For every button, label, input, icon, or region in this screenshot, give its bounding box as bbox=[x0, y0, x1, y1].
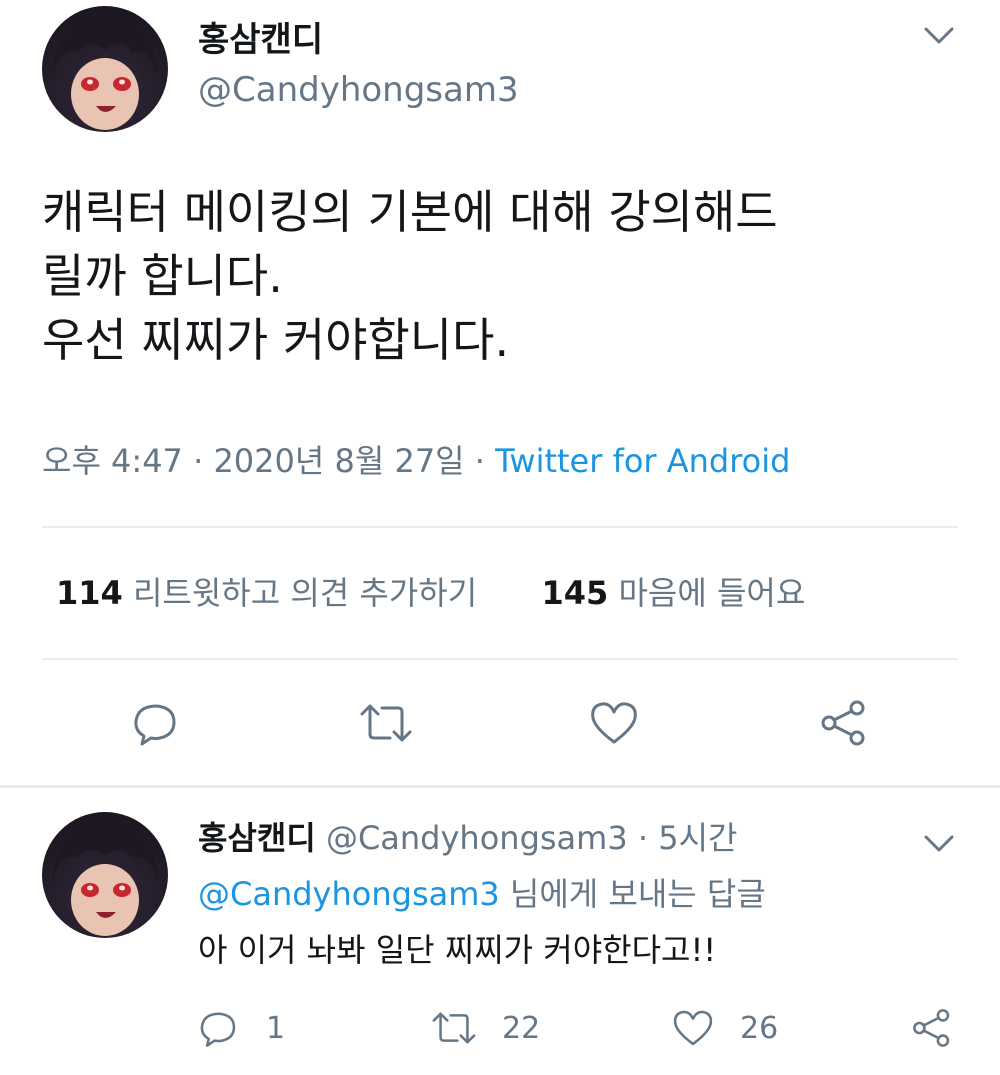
like-button[interactable] bbox=[586, 696, 642, 750]
like-count: 145 bbox=[541, 574, 609, 612]
display-name[interactable]: 홍삼캔디 bbox=[198, 20, 323, 60]
separator: · bbox=[474, 442, 485, 480]
tweet-text-line: 릴까 합니다. bbox=[42, 249, 283, 303]
like-count: 26 bbox=[740, 1010, 779, 1046]
share-icon bbox=[913, 1009, 950, 1047]
replying-to: @Candyhongsam3 님에게 보내는 답글 bbox=[198, 874, 766, 914]
retweet-label: 리트윗하고 의견 추가하기 bbox=[132, 574, 478, 612]
reply-tweet[interactable]: 홍삼캔디 @Candyhongsam3 · 5시간 @Candyhongsam3… bbox=[0, 788, 1000, 1075]
chevron-down-icon[interactable] bbox=[922, 22, 956, 48]
like-count-link[interactable]: 145 마음에 들어요 bbox=[542, 574, 806, 612]
retweet-icon bbox=[360, 704, 412, 742]
reply-header: 홍삼캔디 @Candyhongsam3 · 5시간 bbox=[198, 818, 737, 858]
tweet-source[interactable]: Twitter for Android bbox=[495, 442, 790, 480]
avatar[interactable] bbox=[42, 6, 168, 132]
retweet-button[interactable]: 22 bbox=[428, 1006, 540, 1050]
engagement-counts: 114 리트윗하고 의견 추가하기 145 마음에 들어요 bbox=[56, 572, 805, 614]
share-button[interactable] bbox=[816, 696, 872, 750]
like-button[interactable]: 26 bbox=[670, 1006, 778, 1050]
display-name[interactable]: 홍삼캔디 bbox=[198, 819, 316, 857]
tweet-text: 캐릭터 메이킹의 기본에 대해 강의해드 릴까 합니다. 우선 찌찌가 커야합니… bbox=[42, 180, 972, 372]
retweet-count-link[interactable]: 114 리트윗하고 의견 추가하기 bbox=[56, 574, 487, 612]
avatar[interactable] bbox=[42, 812, 168, 938]
reply-button[interactable]: 1 bbox=[196, 1006, 285, 1050]
reply-icon bbox=[196, 1007, 240, 1049]
reply-text: 아 이거 놔봐 일단 찌찌가 커야한다고!! bbox=[198, 931, 717, 969]
separator: · bbox=[193, 442, 204, 480]
handle[interactable]: @Candyhongsam3 bbox=[198, 70, 519, 110]
tweet-text-line: 우선 찌찌가 커야합니다. bbox=[42, 313, 510, 367]
reply-button[interactable] bbox=[128, 696, 182, 750]
reply-icon bbox=[134, 704, 176, 746]
divider bbox=[42, 658, 958, 660]
reply-to-suffix: 님에게 보내는 답글 bbox=[509, 875, 766, 913]
share-icon bbox=[821, 700, 865, 746]
timestamp-row: 오후 4:47 · 2020년 8월 27일 · Twitter for And… bbox=[42, 440, 790, 482]
like-icon bbox=[670, 1007, 716, 1049]
retweet-count: 22 bbox=[502, 1010, 541, 1046]
retweet-button[interactable] bbox=[356, 696, 416, 750]
tweet-time: 오후 4:47 bbox=[42, 442, 183, 480]
tweet-date: 2020년 8월 27일 bbox=[213, 442, 465, 480]
chevron-down-icon[interactable] bbox=[922, 830, 956, 856]
handle[interactable]: @Candyhongsam3 bbox=[326, 819, 628, 857]
like-label: 마음에 들어요 bbox=[618, 574, 806, 612]
retweet-count: 114 bbox=[56, 574, 123, 612]
divider bbox=[42, 526, 958, 528]
tweet-age[interactable]: 5시간 bbox=[658, 819, 737, 857]
retweet-icon bbox=[428, 1007, 480, 1049]
tweet-text-line: 캐릭터 메이킹의 기본에 대해 강의해드 bbox=[42, 185, 778, 239]
separator: · bbox=[637, 819, 649, 857]
share-button[interactable] bbox=[908, 1006, 956, 1050]
reply-to-handle[interactable]: @Candyhongsam3 bbox=[198, 875, 500, 913]
like-icon bbox=[591, 702, 637, 744]
main-tweet: 홍삼캔디 @Candyhongsam3 캐릭터 메이킹의 기본에 대해 강의해드… bbox=[0, 0, 1000, 785]
reply-count: 1 bbox=[266, 1010, 286, 1046]
